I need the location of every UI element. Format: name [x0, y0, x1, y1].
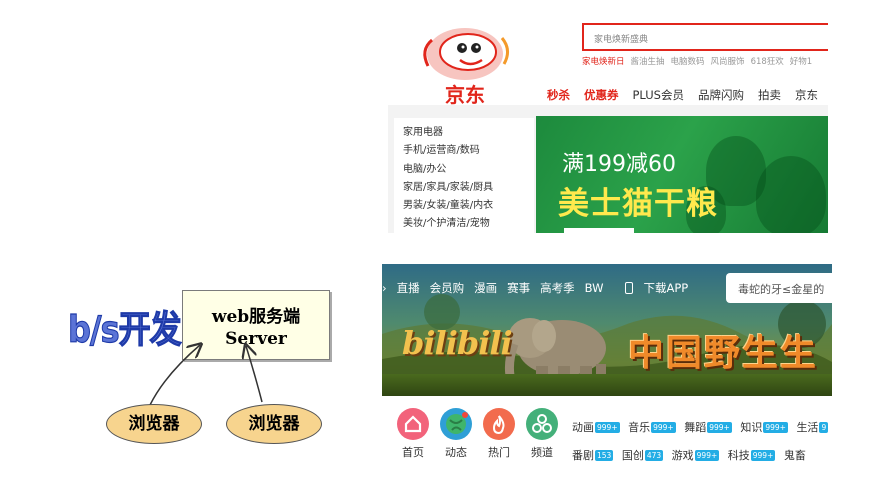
bili-count-badge: 999+ [651, 422, 676, 433]
browser-client-left: 浏览器 [106, 404, 202, 444]
bili-nav-item[interactable]: 直播 [397, 281, 420, 295]
bili-home-button[interactable]: 首页 [396, 408, 430, 460]
bili-category-grid: 动画 999+ 音乐 999+ 舞蹈 999+ 知识 999+ 生活 9 番剧 153 国创… [572, 414, 832, 469]
jd-hot-word[interactable]: 家电焕新日 [582, 57, 625, 67]
jd-nav-plus[interactable]: PLUS会员 [633, 88, 685, 102]
jd-nav-auction[interactable]: 拍卖 [758, 88, 781, 102]
bili-header-banner: › 直播 会员购 漫画 赛事 高考季 BW 下载APP 毒蛇的牙≤金星的 bilibili 中… [382, 264, 832, 396]
jd-category-item[interactable]: 男装/女装/童装/内衣 [403, 197, 534, 215]
jd-category-item[interactable]: 美妆/个护清洁/宠物 [403, 215, 534, 233]
bili-category-item[interactable]: 鬼畜 [784, 449, 806, 462]
bili-count-badge: 9 [819, 422, 829, 433]
globe-icon [440, 408, 472, 440]
bili-category-name: 知识 [740, 421, 763, 434]
jd-hot-word[interactable]: 好物1 [790, 57, 812, 67]
slide: 京东 家电焕新盛典 家电焕新日 酱油生抽 电脑数码 风尚服饰 618狂欢 好物1 秒杀 优惠… [0, 0, 891, 478]
bili-nav-item[interactable]: 赛事 [507, 281, 530, 295]
jd-category-menu: 家用电器 手机/运营商/数码 电脑/办公 家居/家具/家装/厨具 男装/女装/童… [394, 118, 534, 233]
bili-category-name: 动画 [572, 421, 594, 434]
phone-icon [625, 282, 634, 294]
bili-count-badge: 153 [595, 450, 614, 461]
jd-mascot-logo: 京东 [423, 28, 509, 107]
jd-banner-line1: 满199减60 [562, 152, 676, 177]
bili-channel-button[interactable]: 频道 [525, 408, 559, 460]
bili-nav-arrow[interactable]: › [382, 281, 387, 295]
bili-category-item[interactable]: 科技 999+ [728, 449, 776, 462]
jd-banner-button[interactable] [564, 228, 634, 233]
bili-category-item[interactable]: 音乐 999+ [628, 421, 676, 434]
bilibili-screenshot: › 直播 会员购 漫画 赛事 高考季 BW 下载APP 毒蛇的牙≤金星的 bilibili 中… [382, 264, 832, 469]
jd-search-input[interactable]: 家电焕新盛典 [582, 23, 828, 51]
jd-screenshot: 京东 家电焕新盛典 家电焕新日 酱油生抽 电脑数码 风尚服饰 618狂欢 好物1 秒杀 优惠… [388, 8, 828, 233]
bili-count-badge: 999+ [595, 422, 620, 433]
jd-nav-coupon[interactable]: 优惠券 [584, 88, 619, 102]
browser-client-right: 浏览器 [226, 404, 322, 444]
bili-category-item[interactable]: 动画 999+ [572, 421, 620, 434]
bili-category-row: 番剧 153 国创 473 游戏 999+ 科技 999+ 鬼畜 [572, 442, 832, 469]
jd-hot-word[interactable]: 电脑数码 [671, 57, 705, 67]
jd-hot-word[interactable]: 618狂欢 [751, 57, 784, 67]
bili-category-row: 动画 999+ 音乐 999+ 舞蹈 999+ 知识 999+ 生活 9 [572, 414, 832, 442]
bili-count-badge: 999+ [763, 422, 788, 433]
bili-nav-item[interactable]: 漫画 [474, 281, 497, 295]
bili-category-name: 国创 [621, 449, 644, 462]
jd-hot-words: 家电焕新日 酱油生抽 电脑数码 风尚服饰 618狂欢 好物1 [582, 55, 828, 67]
web-server-box: web服务端 Server [182, 290, 330, 360]
jd-banner-line2: 美士猫干粮 [558, 186, 718, 222]
grass-decoration [382, 374, 832, 396]
jd-nav-bar: 秒杀 优惠券 PLUS会员 品牌闪购 拍卖 京东 [547, 87, 828, 103]
bili-channel-label: 频道 [531, 446, 553, 459]
bili-nav-item[interactable]: 高考季 [540, 281, 575, 295]
bili-search-input[interactable]: 毒蛇的牙≤金星的 [726, 273, 832, 303]
channel-icon [526, 408, 558, 440]
bili-category-name: 番剧 [572, 449, 594, 462]
bili-nav-item[interactable]: 会员购 [430, 281, 465, 295]
bili-category-name: 音乐 [628, 421, 651, 434]
bili-category-name: 生活 [796, 421, 819, 434]
bili-home-label: 首页 [402, 446, 424, 459]
bili-hot-button[interactable]: 热门 [482, 408, 516, 460]
jd-category-item[interactable]: 家用电器 [403, 124, 534, 142]
bili-download-app[interactable]: 下载APP [625, 280, 698, 296]
bili-hot-label: 热门 [488, 446, 510, 459]
bili-category-item[interactable]: 知识 999+ [740, 421, 788, 434]
bili-banner-title: 中国野生生 [628, 333, 819, 374]
bili-category-name: 鬼畜 [783, 449, 806, 462]
flame-icon [483, 408, 515, 440]
bili-category-item[interactable]: 舞蹈 999+ [684, 421, 732, 434]
bili-dynamic-button[interactable]: 动态 [439, 408, 473, 460]
jd-nav-seckill[interactable]: 秒杀 [547, 88, 570, 102]
jd-hot-word[interactable]: 酱油生抽 [631, 57, 665, 67]
bili-nav-item[interactable]: BW [585, 281, 604, 295]
bili-download-app-label: 下载APP [643, 281, 689, 295]
bili-category-name: 科技 [727, 449, 750, 462]
bili-category-name: 舞蹈 [684, 421, 707, 434]
bili-count-badge: 473 [644, 450, 664, 461]
jd-category-item[interactable]: 家居/家具/家装/厨具 [403, 179, 534, 197]
jd-category-item[interactable]: 电脑/办公 [403, 161, 534, 179]
server-label-cn: web服务端 [211, 307, 301, 327]
bs-development-title: b/s开发 [68, 307, 183, 352]
bili-nav-bar: › 直播 会员购 漫画 赛事 高考季 BW 下载APP [382, 280, 708, 296]
bili-category-item[interactable]: 生活 9 [796, 421, 829, 434]
bili-category-item[interactable]: 国创 473 [621, 449, 664, 462]
server-label-en: Server [225, 329, 287, 349]
home-icon [397, 408, 429, 440]
jd-category-item[interactable]: 手机/运营商/数码 [403, 142, 534, 160]
bili-count-badge: 999+ [750, 450, 776, 461]
bili-count-badge: 999+ [694, 450, 720, 461]
bili-count-badge: 999+ [707, 422, 732, 433]
jd-nav-flash[interactable]: 品牌闪购 [698, 88, 744, 102]
bilibili-logo[interactable]: bilibili [402, 324, 513, 362]
jd-hot-word[interactable]: 风尚服饰 [711, 57, 745, 67]
bili-dynamic-label: 动态 [445, 446, 467, 459]
bili-category-item[interactable]: 番剧 153 [572, 449, 614, 462]
jd-promo-banner[interactable]: 满199减60 美士猫干粮 [536, 116, 828, 233]
jd-logo-text: 京东 [445, 83, 485, 107]
jd-nav-jd[interactable]: 京东 [795, 88, 818, 102]
bili-category-item[interactable]: 游戏 999+ [672, 449, 720, 462]
bili-category-name: 游戏 [671, 449, 694, 462]
